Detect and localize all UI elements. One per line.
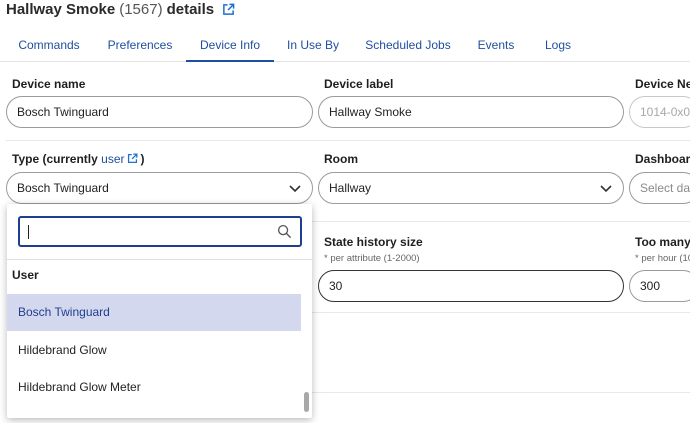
device-id: (1567) — [119, 1, 163, 18]
type-select[interactable]: Bosch Twinguard — [6, 172, 313, 204]
type-dropdown-menu: User Bosch Twinguard Hildebrand Glow Hil… — [7, 204, 312, 418]
tab-scheduled-jobs[interactable]: Scheduled Jobs — [360, 30, 456, 62]
state-history-label: State history size — [324, 235, 423, 249]
option-bosch-twinguard[interactable]: Bosch Twinguard — [7, 294, 301, 331]
title-suffix: details — [166, 1, 215, 18]
room-label: Room — [324, 152, 358, 166]
chevron-down-icon — [289, 185, 301, 193]
room-select-value: Hallway — [329, 181, 372, 195]
device-title: Hallway Smoke — [6, 1, 116, 18]
tab-in-use-by[interactable]: In Use By — [282, 30, 344, 62]
tab-events[interactable]: Events — [472, 30, 520, 62]
search-icon — [277, 224, 292, 239]
row-divider — [312, 392, 690, 393]
text-caret — [28, 225, 29, 239]
tab-preferences[interactable]: Preferences — [98, 30, 182, 62]
dropdown-divider — [7, 259, 312, 260]
row-divider — [312, 221, 690, 222]
state-history-input[interactable]: 30 — [318, 270, 624, 302]
option-group-user: User — [12, 268, 39, 282]
device-name-input[interactable]: Bosch Twinguard — [6, 96, 313, 128]
type-select-value: Bosch Twinguard — [17, 181, 109, 195]
option-hildebrand-glow[interactable]: Hildebrand Glow — [7, 332, 301, 369]
too-many-events-hint: * per hour (10 — [635, 253, 690, 264]
dashboard-label: Dashboard — [635, 152, 690, 166]
type-label: Type (currently user ) — [12, 152, 144, 166]
option-hildebrand-glow-meter[interactable]: Hildebrand Glow Meter — [7, 369, 301, 406]
chevron-down-icon — [600, 185, 612, 193]
too-many-events-label: Too many e — [635, 235, 690, 249]
dashboard-select[interactable]: Select das — [629, 172, 690, 204]
tab-commands[interactable]: Commands — [10, 30, 88, 62]
type-search-input[interactable] — [18, 216, 302, 247]
type-label-close: ) — [140, 152, 145, 166]
row-divider — [312, 312, 690, 313]
device-label-label: Device label — [324, 77, 394, 91]
too-many-events-input[interactable]: 300 — [629, 270, 690, 302]
type-label-text: Type (currently — [12, 152, 102, 166]
device-label-input[interactable]: Hallway Smoke — [318, 96, 624, 128]
device-network-input: 1014-0x00 — [629, 96, 690, 128]
external-link-icon[interactable] — [127, 153, 138, 164]
tab-logs[interactable]: Logs — [538, 30, 578, 62]
dropdown-scrollbar[interactable] — [304, 392, 309, 412]
type-user-link[interactable]: user — [101, 152, 124, 166]
room-select[interactable]: Hallway — [318, 172, 624, 204]
state-history-hint: * per attribute (1-2000) — [324, 253, 420, 264]
page-title: Hallway Smoke (1567) details — [6, 1, 235, 18]
external-link-icon[interactable] — [222, 3, 235, 16]
tab-bar: Commands Preferences Device Info In Use … — [0, 30, 690, 62]
row-divider — [6, 140, 690, 141]
device-name-label: Device name — [12, 77, 86, 91]
tab-device-info[interactable]: Device Info — [186, 30, 274, 62]
device-network-label: Device Net — [635, 77, 690, 91]
